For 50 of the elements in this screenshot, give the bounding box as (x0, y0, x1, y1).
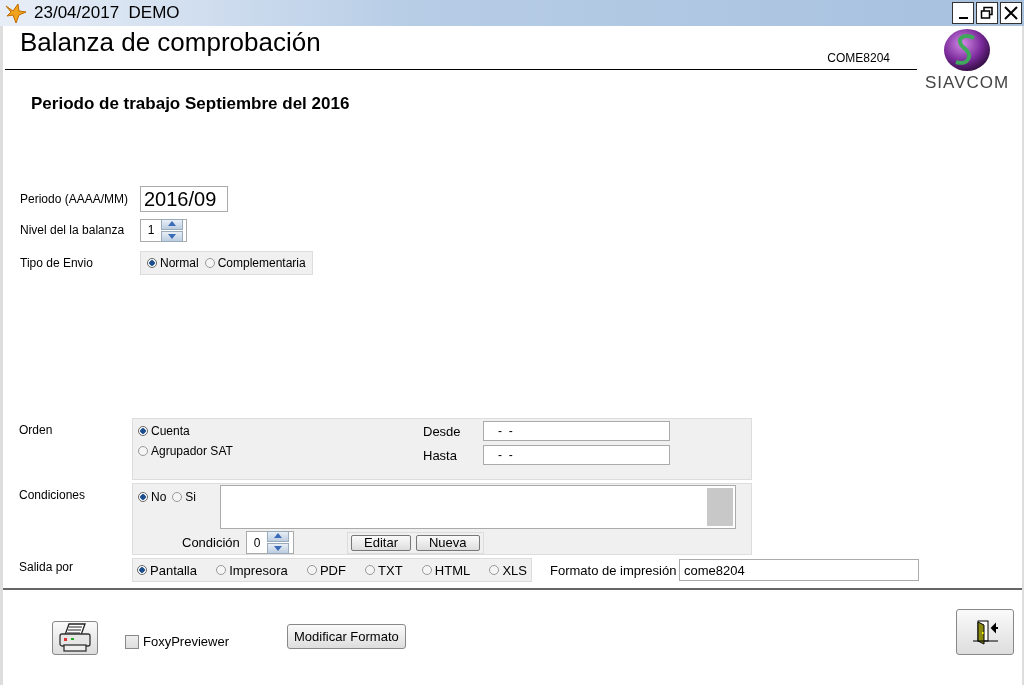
radio-option[interactable]: TXT (365, 562, 403, 578)
radio-option[interactable]: Pantalla (137, 562, 197, 578)
field-label: Salida por (19, 560, 75, 574)
restore-button[interactable] (976, 2, 998, 24)
condition-button[interactable]: Editar (351, 534, 411, 551)
door-exit-icon (970, 617, 1000, 647)
to-input[interactable]: - - (483, 445, 670, 465)
format-input[interactable]: come8204 (679, 559, 919, 581)
printer-icon (58, 623, 92, 653)
radio-option[interactable]: XLS (489, 562, 527, 578)
modify-format-button[interactable]: Modificar Formato (286, 624, 406, 649)
condition-spinner[interactable]: 0 (246, 531, 294, 554)
radio-option[interactable]: HTML (421, 562, 471, 578)
print-button[interactable] (52, 621, 98, 655)
minimize-icon (958, 17, 968, 19)
radio-option[interactable]: Cuenta (138, 424, 423, 438)
field-label: Hasta (423, 447, 458, 463)
level-spinner[interactable]: 1 (140, 218, 187, 242)
field-label: Condiciones (19, 487, 87, 504)
radio-option[interactable]: Si (172, 490, 196, 504)
field-label: Nivel del la balanza (20, 223, 126, 237)
radio-option[interactable]: Impresora (216, 562, 288, 578)
field-label: Periodo (AAAA/MM) (20, 192, 130, 206)
minimize-button[interactable] (952, 2, 974, 24)
radio-option[interactable]: Normal (147, 256, 199, 270)
from-input[interactable]: - - (483, 421, 670, 441)
field-label: Desde (423, 423, 462, 439)
field-label: Orden (19, 422, 54, 439)
condition-button[interactable]: Nueva (415, 534, 480, 551)
restore-icon (980, 6, 994, 20)
logo-icon (942, 28, 993, 74)
checkbox[interactable]: FoxyPreviewer (125, 634, 229, 649)
field-label: Condición (182, 535, 241, 550)
form-title: Balanza de comprobación (20, 26, 321, 58)
radio-option[interactable]: Complementaria (204, 256, 306, 270)
period-input[interactable]: 2016/09 (140, 186, 228, 212)
window-title: 23/04/2017 DEMO (34, 3, 180, 23)
field-label: Tipo de Envio (20, 256, 94, 270)
app-icon (4, 2, 28, 24)
radio-option[interactable]: No (138, 490, 167, 504)
form-code: COME8204 (827, 51, 890, 65)
scrollbar[interactable] (707, 488, 733, 526)
exit-button[interactable] (956, 609, 1014, 655)
period-heading: Periodo de trabajo Septiembre del 2016 (31, 94, 351, 114)
logo-text: SIAVCOM (925, 74, 1010, 92)
radio-option[interactable]: PDF (306, 562, 346, 578)
radio-option[interactable]: Agrupador SAT (138, 444, 423, 458)
field-label: Formato de impresión (550, 562, 678, 578)
close-icon (1004, 6, 1018, 20)
close-button[interactable] (1000, 2, 1022, 24)
